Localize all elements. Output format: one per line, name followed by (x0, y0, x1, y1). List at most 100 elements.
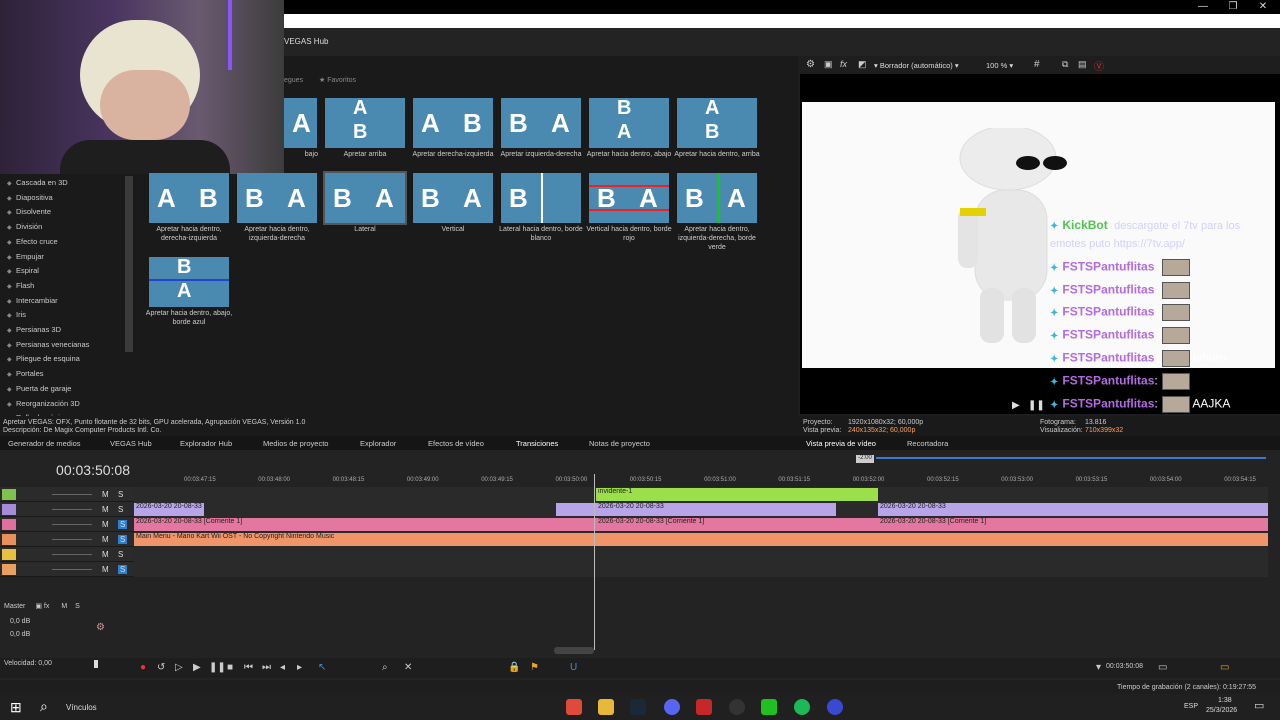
track-header[interactable]: MS (0, 562, 134, 577)
play-start-icon[interactable]: ▷ (175, 662, 183, 673)
gear-icon[interactable]: ⚙ (806, 59, 815, 70)
mute-button[interactable]: M (102, 490, 109, 499)
transition-list-item[interactable]: Iris (16, 310, 26, 319)
media-clip[interactable]: 2026-03-20 20-08-33 [Corriente 1] (878, 518, 1268, 531)
track-header[interactable]: MS (0, 532, 134, 547)
go-end-icon[interactable]: ⏭ (262, 662, 271, 673)
transition-thumbnail[interactable]: A (284, 98, 317, 148)
vegas-hub-label[interactable]: VEGAS Hub (284, 37, 328, 46)
play-icon[interactable]: ▶ (193, 662, 201, 673)
search-icon[interactable]: ⌕ (40, 698, 48, 715)
dock-tab[interactable]: Efectos de vídeo (428, 439, 484, 448)
loop-marker[interactable]: -2:00 (856, 455, 874, 463)
record-icon[interactable]: Ⓥ (1094, 58, 1104, 73)
transition-thumbnail[interactable]: B (501, 173, 581, 223)
marker-icon[interactable]: ⚑ (530, 662, 539, 673)
spotify-icon[interactable] (794, 699, 810, 715)
restore-button[interactable]: ❐ (1218, 1, 1248, 12)
mute-button[interactable]: M (102, 550, 109, 559)
taskbar-search-label[interactable]: Vínculos (66, 703, 97, 712)
solo-button[interactable]: S (118, 550, 123, 559)
pause-icon[interactable]: ❚❚ (209, 662, 226, 673)
media-clip[interactable]: 2026-03-20 20-08-33 (878, 503, 1234, 516)
mute-button[interactable]: M (102, 520, 109, 529)
solo-button[interactable]: S (118, 565, 128, 574)
dock-tab[interactable]: Generador de medios (8, 439, 81, 448)
playhead[interactable] (594, 474, 595, 650)
transition-thumbnail[interactable]: BA (677, 173, 757, 223)
explorer-icon[interactable] (598, 699, 614, 715)
fx-icon[interactable]: fx (840, 59, 847, 69)
lock-icon[interactable]: 🔒 (508, 662, 520, 673)
solo-button[interactable]: S (118, 535, 128, 544)
track-header[interactable]: MS (0, 547, 134, 562)
transition-list-item[interactable]: Flash (16, 281, 34, 290)
go-start-icon[interactable]: ⏮ (244, 662, 253, 673)
transition-list-item[interactable]: Persianas venecianas (16, 340, 89, 349)
cursor-tool-icon[interactable]: ↖ (318, 662, 326, 673)
dock-tab[interactable]: Explorador (360, 439, 396, 448)
mute-button[interactable]: M (102, 505, 109, 514)
track-lane[interactable] (134, 547, 1268, 562)
transition-thumbnail[interactable]: BA (589, 173, 669, 223)
tab-favoritos[interactable]: ★ Favoritos (319, 77, 356, 84)
time-ruler[interactable]: 00:03:47:15 00:03:48:00 00:03:48:15 00:03:4… (134, 474, 1268, 488)
chrome-icon[interactable] (566, 699, 582, 715)
split-icon[interactable]: ◩ (858, 59, 867, 70)
velocity-slider[interactable] (94, 660, 98, 668)
transition-list-item[interactable]: Puerta de garaje (16, 384, 71, 393)
copy-icon[interactable]: ⧉ (1062, 59, 1068, 70)
gear-icon[interactable]: ⚙ (96, 622, 105, 633)
notification-icon[interactable]: ▭ (1254, 699, 1264, 712)
window-icon[interactable]: ▭ (1158, 662, 1167, 673)
vegas-icon[interactable] (827, 699, 843, 715)
preview-quality-select[interactable]: ▾ Borrador (automático) ▾ (874, 61, 959, 70)
transition-list-item[interactable]: Espiral (16, 266, 39, 275)
prev-frame-icon[interactable]: ◂ (280, 662, 285, 673)
transition-list-item[interactable]: Reorganización 3D (16, 399, 80, 408)
media-clip[interactable]: invidente-1 (596, 488, 878, 501)
transition-list-item[interactable]: Efecto cruce (16, 237, 58, 246)
clock-date[interactable]: 25/3/2026 (1206, 707, 1237, 714)
mute-button[interactable]: M (61, 603, 67, 610)
steam-icon[interactable] (630, 699, 646, 715)
dock-tab[interactable]: Explorador Hub (180, 439, 232, 448)
dock-tab[interactable]: Recortadora (907, 439, 948, 448)
track-lane[interactable] (134, 562, 1268, 577)
transition-list-item[interactable]: Persianas 3D (16, 325, 61, 334)
list-scrollbar[interactable] (125, 176, 133, 352)
zoom-select[interactable]: 100 % ▾ (986, 61, 1013, 70)
solo-button[interactable]: S (75, 603, 80, 610)
next-frame-icon[interactable]: ▸ (297, 662, 302, 673)
transition-list-item[interactable]: Pliegue de esquina (16, 354, 80, 363)
track-header[interactable]: MS (0, 502, 134, 517)
solo-button[interactable]: S (118, 505, 123, 514)
track-volume-slider[interactable] (52, 539, 92, 540)
obs-icon[interactable] (729, 699, 745, 715)
transition-list-item[interactable]: Diapositiva (16, 193, 53, 202)
track-volume-slider[interactable] (52, 494, 92, 495)
fx-icon[interactable]: ▣ fx (35, 603, 49, 610)
grid-icon[interactable]: # (1034, 59, 1040, 70)
transition-thumbnail[interactable]: AB (413, 98, 493, 148)
transition-thumbnail[interactable]: BA (237, 173, 317, 223)
transition-list-item[interactable]: Intercambiar (16, 296, 58, 305)
transition-thumbnail[interactable]: BA (413, 173, 493, 223)
dock-tab[interactable]: Vista previa de vídeo (806, 439, 876, 448)
track-header[interactable]: MS (0, 487, 134, 502)
loop-icon[interactable]: ↺ (157, 662, 165, 673)
snap-icon[interactable]: U (570, 662, 577, 673)
transition-thumbnail[interactable]: BA (323, 171, 407, 225)
mute-button[interactable]: M (102, 565, 109, 574)
close-button[interactable]: ✕ (1248, 1, 1278, 12)
monitor-icon[interactable]: ▣ (824, 59, 833, 70)
transition-thumbnail[interactable]: BA (149, 257, 229, 307)
minimize-button[interactable]: — (1188, 1, 1218, 12)
media-clip[interactable] (1228, 503, 1268, 516)
media-clip[interactable]: 2026-03-20 20-08-33 (134, 503, 204, 516)
track-header[interactable]: MS (0, 517, 134, 532)
transition-thumbnail[interactable]: AB (149, 173, 229, 223)
track-volume-slider[interactable] (52, 524, 92, 525)
delete-icon[interactable]: ✕ (404, 662, 412, 673)
save-icon[interactable]: ▤ (1078, 59, 1087, 70)
